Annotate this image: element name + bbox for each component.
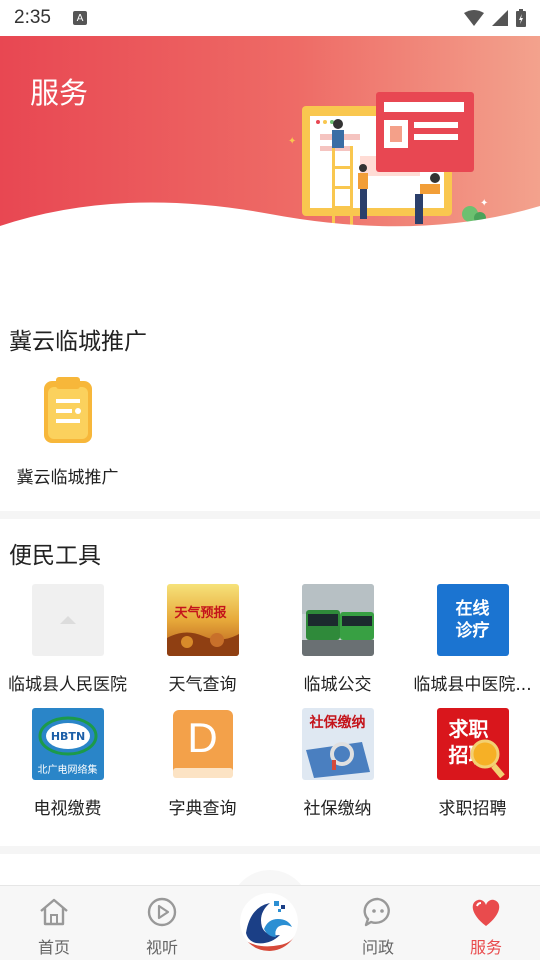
job-recruit-image: 求职招聘 — [436, 708, 509, 780]
bus-image — [301, 584, 374, 656]
tool-label: 字典查询 — [168, 799, 237, 819]
tab-politics[interactable]: 问政 — [338, 896, 418, 958]
tool-item-tcm-hospital[interactable]: 在线诊疗 临城县中医院... — [405, 584, 540, 695]
tab-label: 服务 — [469, 938, 502, 957]
page-title: 服务 — [30, 76, 89, 110]
tool-label: 社保缴纳 — [303, 799, 372, 819]
service-label: 冀云临城推广 — [16, 468, 119, 488]
tool-label: 临城公交 — [303, 675, 372, 695]
tool-item-jobs[interactable]: 求职招聘 求职招聘 — [405, 708, 540, 819]
hero-banner: 服务 ✦ ✦ — [0, 36, 540, 246]
tool-label: 临城县中医院... — [413, 675, 532, 695]
tool-item-weather[interactable]: 天气预报 天气查询 — [135, 584, 270, 695]
dictionary-d-icon: D — [167, 708, 239, 780]
tool-label: 求职招聘 — [438, 799, 507, 819]
service-item-promo[interactable]: 冀云临城推广 — [0, 377, 135, 488]
hbtn-logo-image: HBTN 北广电网络集 — [31, 708, 104, 780]
status-time: 2:35 — [14, 7, 51, 28]
status-icons — [464, 9, 526, 27]
tab-home[interactable]: 首页 — [14, 896, 94, 958]
clipboard-icon — [32, 377, 104, 449]
tool-item-tv-fee[interactable]: HBTN 北广电网络集 电视缴费 — [0, 708, 135, 819]
tab-label: 问政 — [361, 938, 394, 957]
chat-icon — [338, 896, 418, 928]
signal-icon — [492, 10, 508, 26]
wave-logo-icon — [240, 893, 298, 951]
section-title-tools: 便民工具 — [9, 543, 101, 569]
tab-label: 视听 — [145, 938, 178, 957]
tool-item-social-security[interactable]: 社保缴纳 社保缴纳 — [270, 708, 405, 819]
tool-item-hospital[interactable]: 临城县人民医院 — [0, 584, 135, 695]
svg-text:HBTN: HBTN — [50, 730, 84, 743]
notification-icon: A — [72, 11, 87, 25]
tab-services[interactable]: 服务 — [446, 896, 526, 958]
play-icon — [122, 896, 202, 928]
social-security-image: 社保缴纳 — [301, 708, 374, 780]
wifi-icon — [464, 10, 484, 26]
section-title-promo: 冀云临城推广 — [9, 329, 147, 355]
home-icon — [14, 896, 94, 928]
placeholder-image — [31, 584, 104, 656]
battery-icon — [516, 9, 526, 27]
hero-wave — [0, 202, 540, 246]
weather-forecast-image: 天气预报 — [166, 584, 239, 656]
tool-item-dictionary[interactable]: D 字典查询 — [135, 708, 270, 819]
heart-icon — [446, 896, 526, 928]
status-bar: 2:35 A — [0, 0, 540, 36]
tool-label: 临城县人民医院 — [8, 675, 127, 695]
tool-label: 天气查询 — [168, 675, 237, 695]
tool-label: 电视缴费 — [33, 799, 102, 819]
center-logo-button[interactable] — [240, 893, 298, 951]
tab-label: 首页 — [37, 938, 70, 957]
online-clinic-image: 在线诊疗 — [436, 584, 509, 656]
tool-item-bus[interactable]: 临城公交 — [270, 584, 405, 695]
svg-text:✦: ✦ — [288, 136, 296, 147]
tab-media[interactable]: 视听 — [122, 896, 202, 958]
